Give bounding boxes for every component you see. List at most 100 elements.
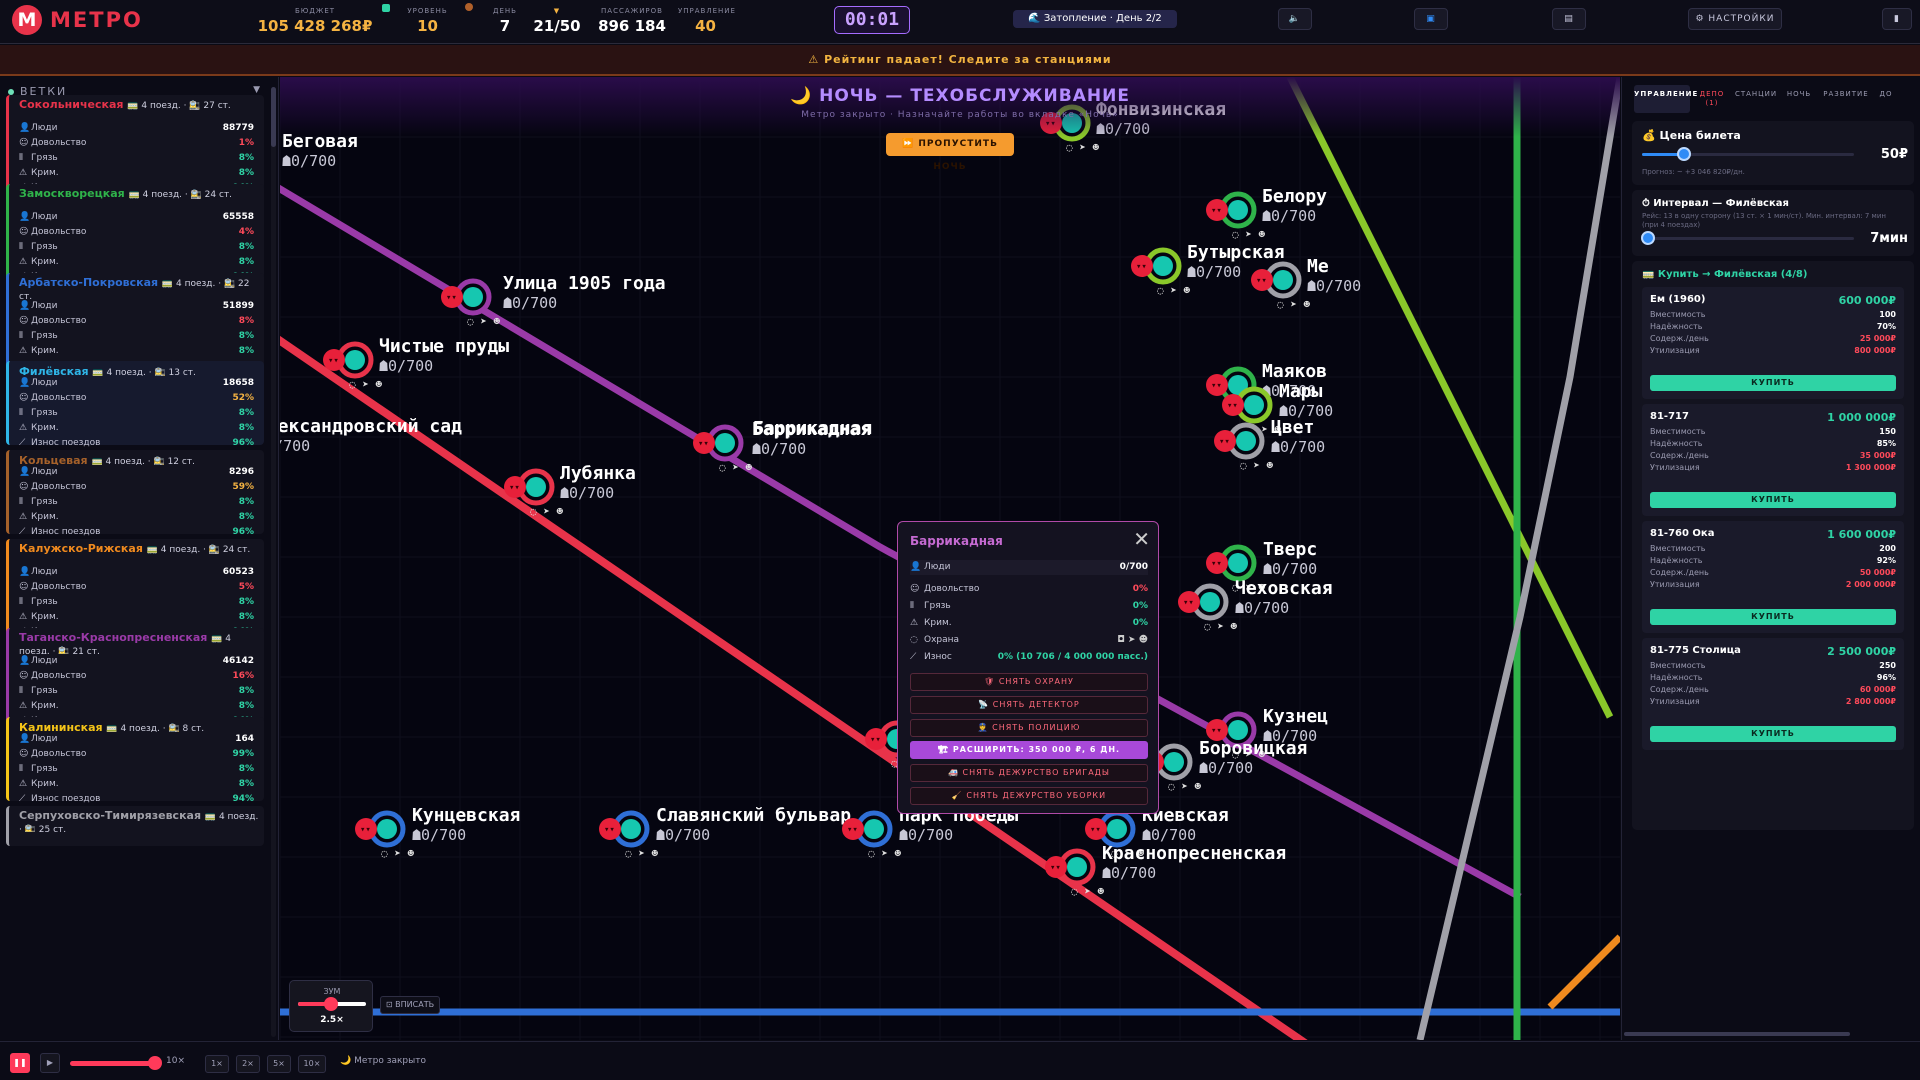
tab-night[interactable]: НОЧЬ bbox=[1782, 85, 1816, 113]
station-capacity: ☗0/700 bbox=[1199, 759, 1253, 777]
service-icons: ◌ ➤ ☻ bbox=[349, 378, 382, 391]
line-satisfaction-value: 99% bbox=[232, 749, 254, 759]
line-wear-row: ⟋ Износ поездов 94% bbox=[9, 792, 264, 807]
interval-slider-knob[interactable] bbox=[1641, 231, 1655, 245]
train-scrap-label: Утилизация bbox=[1650, 346, 1700, 355]
tab-development[interactable]: РАЗВИТИЕ bbox=[1820, 85, 1872, 113]
ticket-slider-knob[interactable] bbox=[1677, 147, 1692, 161]
line-people-label: Люди bbox=[31, 212, 58, 222]
station-label: Беговая bbox=[282, 131, 358, 152]
speed-1x-button[interactable]: 1× bbox=[205, 1055, 229, 1073]
remove-guard-button[interactable]: 🛡 СНЯТЬ ОХРАНУ bbox=[910, 673, 1148, 691]
train-capacity-label: Вместимость bbox=[1650, 544, 1706, 553]
lines-scroll-thumb[interactable] bbox=[271, 87, 276, 147]
service-icons: ◌ ➤ ☻ bbox=[1157, 284, 1190, 297]
station-core bbox=[1228, 553, 1248, 573]
train-name: 81-717 bbox=[1650, 411, 1689, 422]
service-icons: ◌ ➤ ☻ bbox=[530, 505, 563, 518]
fit-map-button[interactable]: ⊡ ВПИСАТЬ bbox=[380, 996, 440, 1014]
line-card[interactable]: Кольцевая 🚃 4 поезд. · 🚉 12 ст. 👤 Люди 8296… bbox=[6, 450, 264, 537]
notes-button[interactable]: ▤ bbox=[1552, 8, 1586, 30]
crime-icon: ⚠ bbox=[19, 168, 28, 178]
crime-icon: ⚠ bbox=[19, 612, 28, 622]
settings-button[interactable]: ⚙ НАСТРОЙКИ bbox=[1688, 8, 1782, 30]
popup-satisfaction-row: ☺ Довольство 0% bbox=[910, 582, 1148, 597]
speed-slider-knob[interactable] bbox=[148, 1056, 162, 1070]
lines-scrollbar[interactable] bbox=[271, 87, 276, 1037]
line-card[interactable]: Серпуховско-Тимирязевская 🚃 4 поезд. · 🚉… bbox=[6, 806, 264, 846]
speed-10x-button[interactable]: 10× bbox=[298, 1055, 326, 1073]
tab-more[interactable]: ДО bbox=[1876, 85, 1896, 113]
line-people-row: 👤 Люди 88779 bbox=[9, 121, 264, 136]
line-card[interactable]: Сокольническая 🚃 4 поезд. · 🚉 27 ст. 👤 Люд… bbox=[6, 95, 264, 193]
line-satisfaction-row: ☺ Довольство 16% bbox=[9, 669, 264, 684]
tab-management[interactable]: УПРАВЛЕНИЕ bbox=[1634, 85, 1697, 113]
service-icons: ◌ ➤ ☻ bbox=[868, 847, 901, 860]
people-icon: 👤 bbox=[19, 567, 31, 577]
line-card[interactable]: Арбатско-Покровская 🚃 4 поезд. · 🚉 22 ст… bbox=[6, 273, 264, 371]
train-capacity-value: 150 bbox=[1879, 427, 1896, 436]
speed-slider-track[interactable] bbox=[70, 1061, 158, 1066]
menu-button[interactable]: ▮ bbox=[1882, 8, 1912, 30]
line-crime-label: Крим. bbox=[31, 423, 59, 433]
buy-train-button[interactable]: КУПИТЬ bbox=[1650, 375, 1896, 391]
event-badge: 🌊 Затопление · День 2/2 bbox=[1013, 10, 1177, 28]
tab-stations[interactable]: СТАНЦИИ bbox=[1734, 85, 1778, 113]
dirt-icon: ⦀ bbox=[19, 153, 23, 163]
line-name-label: Арбатско-Покровская bbox=[19, 276, 159, 289]
fullscreen-button[interactable]: ▣ bbox=[1414, 8, 1448, 30]
remove-brigade-button[interactable]: 🚑 СНЯТЬ ДЕЖУРСТВО БРИГАДЫ bbox=[910, 764, 1148, 782]
line-dirt-label: Грязь bbox=[31, 242, 58, 252]
interval-slider-track[interactable] bbox=[1642, 237, 1854, 240]
speed-2x-button[interactable]: 2× bbox=[236, 1055, 260, 1073]
satisfaction-icon: ☺ bbox=[19, 671, 29, 681]
remove-detector-button[interactable]: 📡 СНЯТЬ ДЕТЕКТОР bbox=[910, 696, 1148, 714]
station-core bbox=[864, 819, 884, 839]
line-dirt-value: 8% bbox=[238, 331, 254, 341]
line-people-row: 👤 Люди 18658 bbox=[9, 376, 264, 391]
buy-train-button[interactable]: КУПИТЬ bbox=[1650, 492, 1896, 508]
station-capacity: ☗0/700 bbox=[899, 826, 953, 844]
station-core bbox=[345, 350, 365, 370]
buy-train-button[interactable]: КУПИТЬ bbox=[1650, 726, 1896, 742]
zoom-knob[interactable] bbox=[324, 997, 338, 1011]
train-price: 2 500 000₽ bbox=[1827, 645, 1896, 658]
panel-hscroll[interactable] bbox=[1624, 1032, 1850, 1036]
angry-face-glyph: ▾▾ bbox=[1183, 598, 1194, 608]
play-button[interactable]: ▶ bbox=[40, 1053, 60, 1073]
line-wear-row: ⟋ Износ поездов 96% bbox=[9, 525, 264, 540]
speed-5x-button[interactable]: 5× bbox=[267, 1055, 291, 1073]
train-upkeep-label: Содерж./день bbox=[1650, 451, 1709, 460]
dirt-icon: ⦀ bbox=[19, 242, 23, 252]
close-icon[interactable]: ✕ bbox=[1133, 527, 1150, 551]
tab-depot[interactable]: ДЕПО (1) bbox=[1694, 85, 1730, 113]
popup-crime-label: Крим. bbox=[924, 618, 952, 628]
line-dirt-value: 8% bbox=[238, 153, 254, 163]
night-subtitle: Метро закрыто · Назначайте работы во вкл… bbox=[801, 110, 1119, 120]
line-card[interactable]: Калужско-Рижская 🚃 4 поезд. · 🚉 24 ст. 👤 Л… bbox=[6, 539, 264, 637]
line-satisfaction-value: 8% bbox=[238, 316, 254, 326]
remove-police-button[interactable]: 👮 СНЯТЬ ПОЛИЦИЮ bbox=[910, 719, 1148, 737]
angry-face-glyph: ▾▾ bbox=[1219, 437, 1230, 447]
line-card[interactable]: Филёвская 🚃 4 поезд. · 🚉 13 ст. 👤 Люди 1865… bbox=[6, 361, 264, 448]
sound-button[interactable]: 🔈 bbox=[1278, 8, 1312, 30]
skip-night-button[interactable]: ⏩ ПРОПУСТИТЬ НОЧЬ bbox=[886, 133, 1014, 172]
station-label: Цвет bbox=[1271, 417, 1314, 438]
remove-cleaning-button[interactable]: 🧹 СНЯТЬ ДЕЖУРСТВО УБОРКИ bbox=[910, 787, 1148, 805]
pause-button[interactable]: ❚❚ bbox=[10, 1053, 30, 1073]
expand-station-button[interactable]: 🏗 РАСШИРИТЬ: 350 000 ₽, 6 ДН. bbox=[910, 741, 1148, 759]
line-meta: 🚃 4 поезд. · 🚉 13 ст. bbox=[92, 368, 196, 376]
line-card[interactable]: Калининская 🚃 4 поезд. · 🚉 8 ст. 👤 Люди 164… bbox=[6, 717, 264, 804]
collapse-chevron-icon[interactable]: ▼ bbox=[253, 85, 262, 95]
popup-guard-label: Охрана bbox=[924, 635, 960, 645]
buy-train-button[interactable]: КУПИТЬ bbox=[1650, 609, 1896, 625]
train-reliability-value: 85% bbox=[1876, 439, 1896, 448]
metro-status: 🌙 Метро закрыто bbox=[340, 1056, 426, 1066]
station-core bbox=[1164, 752, 1184, 772]
line-card[interactable]: Таганско-Краснопресненская 🚃 4 поезд. · … bbox=[6, 628, 264, 726]
angry-face-glyph: ▾▾ bbox=[360, 825, 371, 835]
shield-icon: ◌ bbox=[910, 635, 918, 645]
train-model-card: Ем (1960) 600 000₽ Вместимость 100 Надёжност… bbox=[1642, 287, 1904, 399]
line-card[interactable]: Замоскворецкая 🚃 4 поезд. · 🚉 24 ст. 👤 Люд… bbox=[6, 184, 264, 282]
service-icons: ◌ ➤ ☻ bbox=[1168, 780, 1201, 793]
